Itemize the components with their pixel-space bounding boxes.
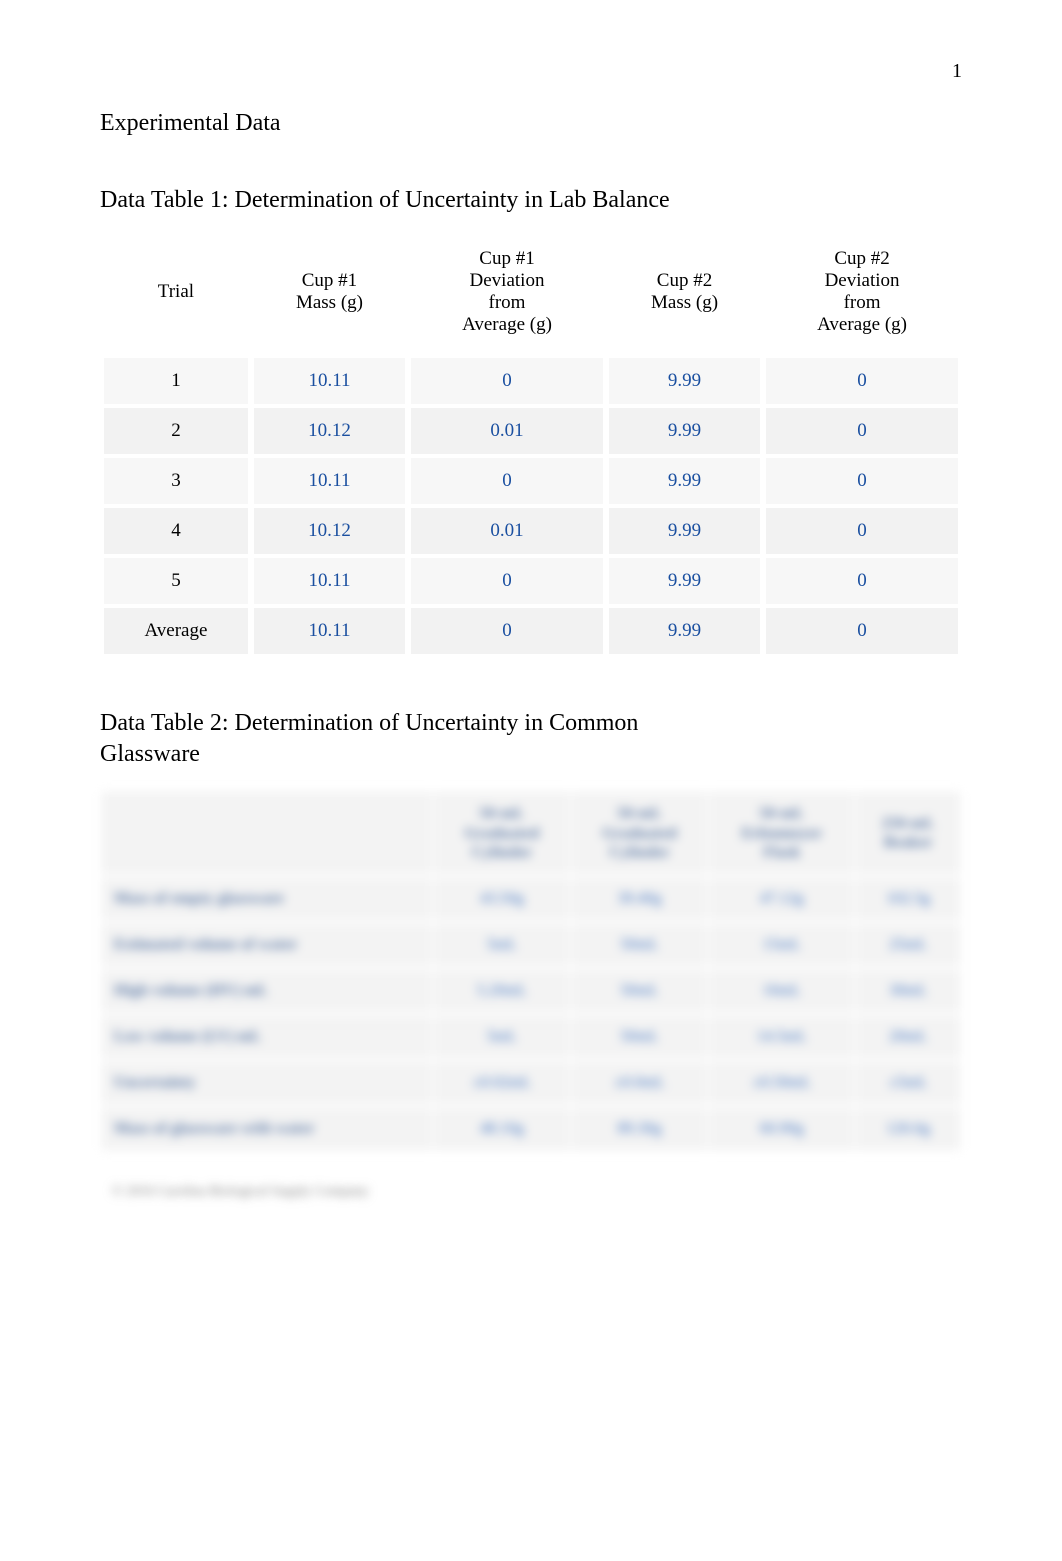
- table-row: 1 10.11 0 9.99 0: [102, 358, 960, 404]
- table2-blurred-region: 50-mL Graduated Cylinder 50-mL Graduated…: [100, 788, 962, 1154]
- table1-header-cup1-dev: Cup #1 Deviation from Average (g): [409, 236, 605, 354]
- table2-caption: Data Table 2: Determination of Uncertain…: [100, 708, 740, 770]
- cell: ±5mL: [856, 1062, 960, 1104]
- cup1-mass: 10.11: [252, 458, 407, 504]
- table1-caption: Data Table 1: Determination of Uncertain…: [100, 187, 962, 214]
- table2-header-blank: [102, 792, 432, 874]
- table2-header-c1: 50-mL Graduated Cylinder: [434, 792, 570, 874]
- table1-header-trial: Trial: [102, 236, 250, 354]
- row-label: High volume (HV) mL: [102, 970, 432, 1012]
- cell: 50mL: [572, 1016, 708, 1058]
- cell: 5.20mL: [434, 970, 570, 1012]
- cell: 25mL: [856, 924, 960, 966]
- table1-header-cup1-mass: Cup #1 Mass (g): [252, 236, 407, 354]
- cup2-dev: 0: [764, 558, 960, 604]
- cell: 102.5g: [856, 878, 960, 920]
- cell: 5mL: [434, 1016, 570, 1058]
- table-row: Mass of glassware with water 48.10g 89.3…: [102, 1108, 960, 1150]
- cup1-mass: 10.12: [252, 408, 407, 454]
- page-number: 1: [952, 60, 962, 83]
- cup1-dev: 0: [409, 558, 605, 604]
- cup2-dev: 0: [764, 508, 960, 554]
- table1-header-cup2-dev: Cup #2 Deviation from Average (g): [764, 236, 960, 354]
- cell: 30mL: [856, 970, 960, 1012]
- cell: 60.90g: [709, 1108, 854, 1150]
- cell: 48.10g: [434, 1108, 570, 1150]
- cup2-dev: 0: [764, 458, 960, 504]
- cup2-mass: 9.99: [607, 558, 762, 604]
- cell: 16mL: [709, 970, 854, 1012]
- table-row: 5 10.11 0 9.99 0: [102, 558, 960, 604]
- trial-label: 1: [102, 358, 250, 404]
- cell: ±0.0mL: [572, 1062, 708, 1104]
- table2-header-row: 50-mL Graduated Cylinder 50-mL Graduated…: [102, 792, 960, 874]
- cell: 5mL: [434, 924, 570, 966]
- table1-header-row: Trial Cup #1 Mass (g) Cup #1 Deviation f…: [102, 236, 960, 354]
- cup1-mass: 10.12: [252, 508, 407, 554]
- cell: 89.30g: [572, 1108, 708, 1150]
- trial-label: 5: [102, 558, 250, 604]
- cup1-mass: 10.11: [252, 558, 407, 604]
- trial-label-average: Average: [102, 608, 250, 654]
- cup1-dev-avg: 0: [409, 608, 605, 654]
- cup2-mass-avg: 9.99: [607, 608, 762, 654]
- cup2-mass: 9.99: [607, 358, 762, 404]
- cell: ±0.02mL: [434, 1062, 570, 1104]
- cell: 39.40g: [572, 878, 708, 920]
- table1-header-cup2-mass: Cup #2 Mass (g): [607, 236, 762, 354]
- table-row: High volume (HV) mL 5.20mL 50mL 16mL 30m…: [102, 970, 960, 1012]
- table-row: Estimated volume of water 5mL 50mL 15mL …: [102, 924, 960, 966]
- cell: 50mL: [572, 970, 708, 1012]
- table-row: 4 10.12 0.01 9.99 0: [102, 508, 960, 554]
- cell: 15mL: [709, 924, 854, 966]
- row-label: Low volume (LV) mL: [102, 1016, 432, 1058]
- cell: 14.5mL: [709, 1016, 854, 1058]
- table-uncertainty-balance: Trial Cup #1 Mass (g) Cup #1 Deviation f…: [100, 232, 962, 658]
- trial-label: 2: [102, 408, 250, 454]
- table-row-average: Average 10.11 0 9.99 0: [102, 608, 960, 654]
- cup1-mass-avg: 10.11: [252, 608, 407, 654]
- table2-header-c2: 50-mL Graduated Cylinder: [572, 792, 708, 874]
- cup1-dev: 0: [409, 358, 605, 404]
- cup1-dev: 0.01: [409, 508, 605, 554]
- cell: 126.6g: [856, 1108, 960, 1150]
- cell: 47.12g: [709, 878, 854, 920]
- table-row: 3 10.11 0 9.99 0: [102, 458, 960, 504]
- table-row: 2 10.12 0.01 9.99 0: [102, 408, 960, 454]
- row-label: Mass of empty glassware: [102, 878, 432, 920]
- table2-header-c3: 50-mL Erlenmeyer Flask: [709, 792, 854, 874]
- cup1-dev: 0.01: [409, 408, 605, 454]
- cup2-dev-avg: 0: [764, 608, 960, 654]
- cup2-mass: 9.99: [607, 458, 762, 504]
- cup2-dev: 0: [764, 358, 960, 404]
- trial-label: 4: [102, 508, 250, 554]
- cell: 43.50g: [434, 878, 570, 920]
- cup1-dev: 0: [409, 458, 605, 504]
- table-row: Low volume (LV) mL 5mL 50mL 14.5mL 20mL: [102, 1016, 960, 1058]
- cup2-dev: 0: [764, 408, 960, 454]
- cup1-mass: 10.11: [252, 358, 407, 404]
- table-row: Uncertainty ±0.02mL ±0.0mL ±0.50mL ±5mL: [102, 1062, 960, 1104]
- page-title: Experimental Data: [100, 110, 962, 137]
- cup2-mass: 9.99: [607, 408, 762, 454]
- table-row: Mass of empty glassware 43.50g 39.40g 47…: [102, 878, 960, 920]
- row-label: Mass of glassware with water: [102, 1108, 432, 1150]
- cell: ±0.50mL: [709, 1062, 854, 1104]
- row-label: Estimated volume of water: [102, 924, 432, 966]
- cup2-mass: 9.99: [607, 508, 762, 554]
- table-uncertainty-glassware: 50-mL Graduated Cylinder 50-mL Graduated…: [100, 788, 962, 1154]
- cell: 20mL: [856, 1016, 960, 1058]
- cell: 50mL: [572, 924, 708, 966]
- table2-header-c4: 250-mL Beaker: [856, 792, 960, 874]
- trial-label: 3: [102, 458, 250, 504]
- row-label: Uncertainty: [102, 1062, 432, 1104]
- copyright-footnote: © 2016 Carolina Biological Supply Compan…: [100, 1184, 962, 1200]
- document-page: 1 Experimental Data Data Table 1: Determ…: [0, 0, 1062, 1561]
